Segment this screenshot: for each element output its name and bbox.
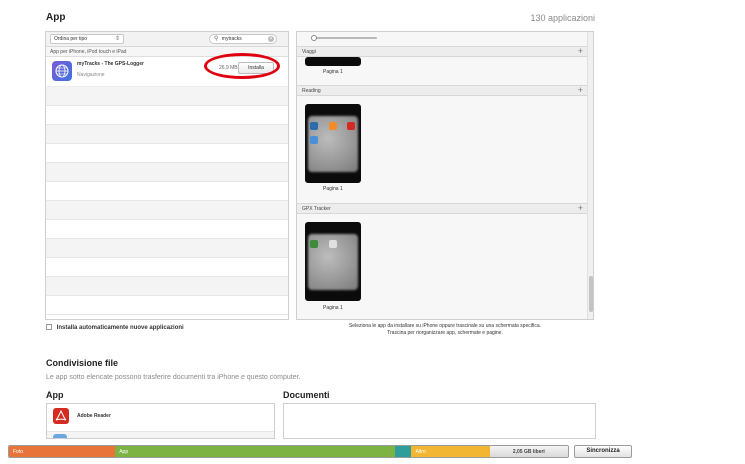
list-row-empty: [46, 201, 288, 220]
home-screens-hint: Seleziona le app da installare su iPhone…: [296, 323, 594, 337]
list-row-empty: [46, 125, 288, 144]
auto-install-label: Installa automaticamente nuove applicazi…: [56, 325, 184, 331]
app-name: myTracks - The GPS-Logger: [77, 61, 144, 67]
page-thumbnail[interactable]: [305, 57, 361, 66]
app-count: 130 applicazioni: [530, 13, 595, 23]
app-icon: [53, 434, 67, 438]
chevron-updown-icon: ⇕: [114, 36, 120, 42]
app-row[interactable]: myTracks - The GPS-Logger Navigazione 26…: [46, 53, 288, 87]
section-name: GPX Tracker: [302, 206, 331, 212]
file-sharing-title: Condivisione file: [46, 358, 119, 368]
app-category: Navigazione: [77, 72, 105, 78]
zoom-slider-knob[interactable]: [311, 35, 317, 41]
section-viaggi[interactable]: Viaggi +: [297, 46, 589, 57]
auto-install-checkbox[interactable]: [46, 324, 52, 330]
add-page-icon[interactable]: +: [578, 203, 583, 213]
sort-select[interactable]: Ordina per tipo ⇕: [50, 34, 124, 44]
clear-search-icon[interactable]: ×: [268, 36, 274, 42]
search-value: mytracks: [221, 36, 242, 42]
capacity-free: 2,05 GB liberi: [489, 446, 568, 457]
app-name: Adobe Reader: [77, 413, 111, 419]
list-row-empty: [46, 106, 288, 125]
app-icon-mini: [329, 240, 337, 248]
section-name: Viaggi: [302, 49, 316, 55]
section-reading[interactable]: Reading +: [297, 85, 589, 96]
search-icon: ⚲: [214, 36, 219, 42]
page-label: Pagina 1: [323, 305, 343, 311]
page-title: App: [46, 12, 66, 23]
file-sharing-app-list: Adobe Reader: [46, 403, 275, 439]
app-icon-mini: [310, 136, 318, 144]
documents-list: [283, 403, 596, 439]
hint-line: Seleziona le app da installare su iPhone…: [348, 323, 542, 329]
app-list-toolbar: Ordina per tipo ⇕ ⚲ mytracks ×: [46, 32, 288, 47]
add-page-icon[interactable]: +: [578, 85, 583, 95]
app-icon-mini: [329, 122, 337, 130]
scrollbar[interactable]: [587, 32, 593, 319]
page-thumbnail[interactable]: [305, 104, 361, 183]
sort-label: Ordina per tipo: [54, 36, 88, 42]
search-input[interactable]: ⚲ mytracks ×: [209, 34, 277, 44]
file-sharing-subtitle: Le app sotto elencate possono trasferire…: [46, 374, 301, 381]
list-row-empty: [46, 182, 288, 201]
capacity-bar: Foto App Altro 2,05 GB liberi: [8, 445, 569, 458]
capacity-segment-apps: App: [115, 446, 395, 457]
home-screens-panel: Viaggi + Pagina 1 Reading + Pagina 1 GPX…: [296, 31, 594, 320]
list-row-empty: [46, 296, 288, 315]
app-list-panel: Ordina per tipo ⇕ ⚲ mytracks × App per i…: [45, 31, 289, 320]
list-row-empty: [46, 239, 288, 258]
list-row-empty: [46, 220, 288, 239]
app-icon-mini: [310, 122, 318, 130]
app-icon-mini: [310, 240, 318, 248]
add-page-icon[interactable]: +: [578, 46, 583, 56]
list-row-empty: [46, 144, 288, 163]
list-item[interactable]: [47, 431, 274, 438]
apps-column-header: App: [46, 390, 64, 400]
capacity-segment-photos: Foto: [9, 446, 116, 457]
page-label: Pagina 1: [323, 69, 343, 75]
documents-column-header: Documenti: [283, 390, 330, 400]
page-thumbnail[interactable]: [305, 222, 361, 301]
section-gpx-tracker[interactable]: GPX Tracker +: [297, 203, 589, 214]
list-row-empty: [46, 277, 288, 296]
sync-button[interactable]: Sincronizza: [574, 445, 632, 458]
scrollbar-thumb[interactable]: [589, 276, 593, 312]
adobe-reader-icon: [53, 408, 69, 424]
list-row-empty: [46, 163, 288, 182]
section-name: Reading: [302, 88, 321, 94]
capacity-segment-other: Altro: [411, 446, 490, 457]
capacity-segment-other-media: [394, 446, 412, 457]
zoom-slider[interactable]: [311, 35, 377, 41]
list-row-empty: [46, 87, 288, 106]
hint-line: Trascina per riorganizzare app, schermat…: [387, 330, 503, 336]
mytracks-globe-icon: [52, 61, 72, 81]
page-label: Pagina 1: [323, 186, 343, 192]
list-row-empty: [46, 258, 288, 277]
auto-install-option[interactable]: Installa automaticamente nuove applicazi…: [46, 324, 184, 331]
app-icon-mini: [347, 122, 355, 130]
annotation-ring: [204, 53, 280, 79]
